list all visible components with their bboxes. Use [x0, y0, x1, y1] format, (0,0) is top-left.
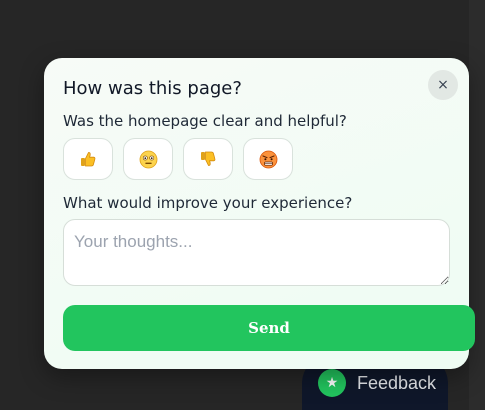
star-icon: ★	[318, 369, 346, 397]
improvement-question: What would improve your experience?	[63, 194, 353, 212]
feedback-launcher-label: Feedback	[357, 372, 437, 393]
close-icon: ×	[437, 77, 449, 93]
rating-thumbs-up-button[interactable]	[63, 138, 113, 180]
rating-angry-button[interactable]	[243, 138, 293, 180]
rating-neutral-button[interactable]	[123, 138, 173, 180]
rating-question: Was the homepage clear and helpful?	[63, 112, 347, 130]
close-button[interactable]: ×	[428, 70, 458, 100]
rating-thumbs-down-button[interactable]	[183, 138, 233, 180]
neutral-face-icon	[139, 150, 157, 168]
thoughts-input[interactable]	[63, 219, 450, 286]
thumbs-up-icon	[81, 152, 96, 167]
feedback-popup: How was this page? × Was the homepage cl…	[44, 58, 475, 369]
thumbs-down-icon	[201, 151, 216, 166]
page-background-strip	[469, 0, 485, 410]
send-button[interactable]: Send	[63, 305, 475, 351]
popup-title: How was this page?	[63, 78, 242, 99]
rating-options	[63, 138, 293, 180]
angry-face-icon	[259, 150, 277, 168]
